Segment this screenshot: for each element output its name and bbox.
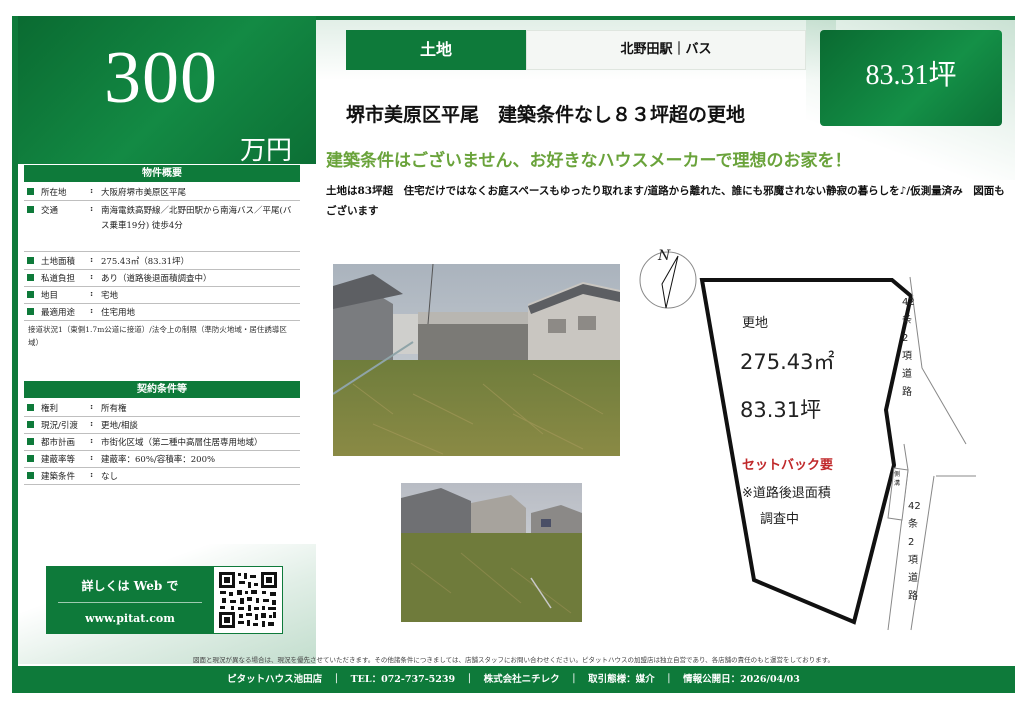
overview-row-address: 所在地 : 大阪府堺市美原区平尾 — [24, 184, 300, 201]
setback-note-2: 調査中 — [760, 512, 800, 527]
site-photo-main — [333, 264, 620, 456]
bullet-square-icon — [27, 421, 34, 428]
site-photo-secondary-image — [401, 483, 582, 622]
disclaimer: 図面と現況が異なる場合は、現況を優先させていただきます。その他諸条件につきまして… — [192, 656, 835, 664]
bullet-square-icon — [27, 404, 34, 411]
road-label-lower: 42条2項道路 — [908, 501, 921, 602]
bullet-square-icon — [27, 274, 34, 281]
contract-row-rights: 権利 : 所有権 — [24, 400, 300, 417]
flyer-page: 300 万円 物件概要 所在地 : 大阪府堺市美原区平尾 交通 : 南海電鉄高野… — [0, 0, 1027, 705]
overview-row-private-road: 私道負担 : あり（道路後退面積調査中） — [24, 270, 300, 287]
qr-code[interactable] — [213, 566, 283, 634]
price-unit: 万円 — [240, 136, 293, 166]
overview-row-use: 最適用途 : 住宅用地 — [24, 304, 300, 321]
plot-area-sqm: 275.43㎡ — [740, 350, 835, 374]
bullet-square-icon — [27, 291, 34, 298]
contract-heading: 契約条件等 — [24, 381, 300, 398]
catch-copy: 建築条件はございません、お好きなハウスメーカーで理想のお家を！ — [326, 151, 852, 171]
overview-row-land-category: 地目 : 宅地 — [24, 287, 300, 304]
site-photo-main-image — [333, 264, 620, 456]
web-url[interactable]: www.pitat.com — [46, 612, 214, 625]
plot-map-drawing — [639, 251, 976, 631]
qr-code-icon — [218, 571, 278, 629]
web-text: 詳しくは Web で — [81, 579, 179, 593]
footer-bar: ピタットハウス池田店 ｜ TEL：072-737-5239 ｜ 株式会社ニチレク… — [12, 666, 1015, 693]
nearest-station: 北野田駅｜バス — [526, 30, 806, 70]
contract-row-building-condition: 建築条件 : なし — [24, 468, 300, 485]
plot-area-tsubo: 83.31坪 — [740, 398, 822, 422]
overview-note: 接道状況1（東側1.7m公道に接道）/法令上の制限（準防火地域・居住誘導区域） — [28, 325, 287, 347]
contract-row-coverage: 建蔽率等 : 建蔽率：60%/容積率：200% — [24, 451, 300, 468]
site-photo-secondary — [401, 483, 582, 622]
plot-map: N 更地 275.43㎡ 83.31坪 セットバック要 ※道路後退面積 調査中 … — [636, 240, 976, 640]
bullet-square-icon — [27, 257, 34, 264]
price-amount: 300 — [104, 37, 218, 119]
contract-row-status: 現況/引渡 : 更地/相談 — [24, 417, 300, 434]
bullet-square-icon — [27, 455, 34, 462]
bullet-square-icon — [27, 472, 34, 479]
property-title: 堺市美原区平尾 建築条件なし８３坪超の更地 — [346, 104, 746, 126]
contract-row-city-plan: 都市計画 : 市街化区域（第二種中高層住居専用地域） — [24, 434, 300, 451]
bullet-square-icon — [27, 438, 34, 445]
bullet-square-icon — [27, 206, 34, 213]
overview-row-land-area: 土地面積 : 275.43㎡（83.31坪） — [24, 253, 300, 270]
setback-required: セットバック要 — [742, 458, 834, 473]
bullet-square-icon — [27, 188, 34, 195]
north-label: N — [658, 248, 671, 264]
bullet-square-icon — [27, 308, 34, 315]
overview-row-access: 交通 : 南海電鉄高野線／北野田駅から南海バス／平尾(バス乗車19分) 徒歩4分 — [24, 202, 300, 252]
price-panel: 300 万円 — [12, 16, 316, 166]
plot-label: 更地 — [742, 316, 769, 331]
overview-heading: 物件概要 — [24, 165, 300, 182]
property-description: 土地は83坪超 住宅だけではなくお庭スペースもゆったり取れます/道路から離れた、… — [326, 185, 1005, 217]
divider — [58, 602, 202, 603]
road-label-upper: 42条2項道路 — [902, 297, 915, 398]
gutter-label: 側溝 — [894, 471, 901, 487]
web-link-box[interactable]: 詳しくは Web で www.pitat.com — [46, 566, 214, 634]
property-type-tag: 土地 — [346, 30, 526, 70]
area-badge: 83.31坪 — [820, 30, 1002, 126]
setback-note-1: ※道路後退面積 — [742, 486, 831, 501]
